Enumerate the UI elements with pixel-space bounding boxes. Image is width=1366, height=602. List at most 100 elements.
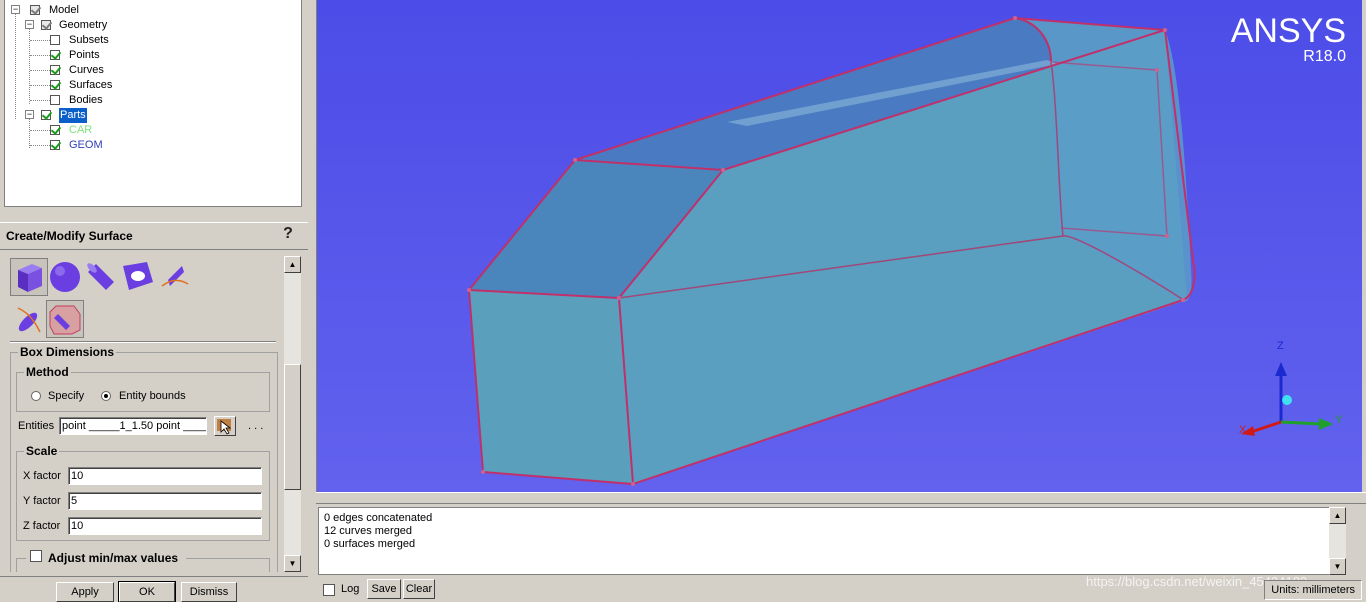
sphere-shape-button[interactable]	[46, 258, 84, 296]
entities-label: Entities	[18, 420, 55, 432]
curve-driven-icon	[17, 307, 41, 333]
ok-button[interactable]: OK	[118, 581, 176, 602]
panel-content: Box Dimensions Method Specify Entity bou…	[4, 254, 304, 572]
message-line: 0 edges concatenated	[324, 512, 433, 524]
tree-label: Points	[69, 49, 100, 61]
scroll-down-button[interactable]: ▼	[284, 555, 301, 572]
entity-bounds-label: Entity bounds	[119, 390, 186, 402]
method-legend: Method	[24, 365, 71, 379]
bounding-box-button[interactable]	[46, 300, 84, 338]
specify-radio[interactable]	[31, 391, 41, 401]
specify-label: Specify	[48, 390, 85, 402]
curves-checkbox[interactable]	[50, 65, 60, 75]
scroll-up-button[interactable]: ▲	[284, 256, 301, 273]
box-shape-button[interactable]	[10, 258, 48, 296]
message-line: 0 surfaces merged	[324, 538, 416, 550]
tree-line	[30, 70, 50, 71]
y-axis-label: Y	[1335, 414, 1343, 426]
left-panel: − Model − Geometry Subsets Points Curves	[0, 0, 308, 602]
geometry-checkbox[interactable]	[41, 20, 51, 30]
save-button[interactable]: Save	[367, 579, 401, 599]
z-axis-label: Z	[1277, 340, 1284, 352]
scroll-thumb[interactable]	[284, 364, 301, 490]
adjust-label: Adjust min/max values	[48, 551, 179, 565]
msg-scroll-down-button[interactable]: ▼	[1329, 558, 1346, 575]
select-cursor-icon	[217, 419, 232, 435]
message-window[interactable]: 0 edges concatenated 12 curves merged 0 …	[318, 507, 1346, 575]
divider	[0, 576, 308, 577]
model-checkbox[interactable]	[30, 5, 40, 15]
tree-label: CAR	[69, 124, 93, 136]
tree-line	[30, 55, 50, 56]
z-factor-field[interactable]: 10	[68, 517, 262, 535]
y-factor-field[interactable]: 5	[68, 492, 262, 510]
surfaces-checkbox[interactable]	[50, 80, 60, 90]
tree-line	[30, 40, 50, 41]
message-scrollbar[interactable]: ▲ ▼	[1329, 507, 1346, 575]
tree-line	[30, 130, 50, 131]
splitter[interactable]	[316, 492, 1366, 504]
tree-label: GEOM	[69, 139, 103, 151]
model-render[interactable]	[317, 0, 1362, 492]
box-icon	[18, 264, 42, 292]
curve-surface-button[interactable]	[10, 300, 48, 338]
tree-label: Parts	[59, 108, 87, 123]
more-options[interactable]: . . .	[248, 420, 263, 432]
graphics-viewport[interactable]: ANSYS R18.0 Z X Y	[316, 0, 1362, 492]
expand-toggle-geometry[interactable]: −	[25, 20, 34, 29]
geom-checkbox[interactable]	[50, 140, 60, 150]
cylinder-icon	[87, 263, 114, 290]
message-line: 12 curves merged	[324, 525, 413, 537]
tree-label: Surfaces	[69, 79, 113, 91]
expand-toggle-model[interactable]: −	[11, 5, 20, 14]
tree-line	[30, 145, 50, 146]
tree-line	[29, 24, 30, 104]
expand-toggle-parts[interactable]: −	[25, 110, 34, 119]
plane-icon	[161, 266, 189, 287]
x-factor-field[interactable]: 10	[68, 467, 262, 485]
scale-legend: Scale	[24, 444, 60, 458]
sphere-icon	[50, 262, 80, 292]
entities-field[interactable]: point _____1_1.50 point _____	[59, 417, 207, 435]
axis-triad-icon	[1241, 362, 1333, 436]
adjust-checkbox[interactable]	[30, 550, 42, 562]
clear-button[interactable]: Clear	[403, 579, 435, 599]
x-axis-label: X	[1239, 424, 1247, 436]
subsets-checkbox[interactable]	[50, 35, 60, 45]
front-face	[469, 290, 633, 484]
select-entities-button[interactable]	[214, 416, 236, 436]
tree-line	[30, 100, 50, 101]
entity-bounds-radio[interactable]	[101, 391, 111, 401]
car-checkbox[interactable]	[50, 125, 60, 135]
box-dimensions-legend: Box Dimensions	[18, 345, 117, 359]
dismiss-button[interactable]: Dismiss	[181, 582, 237, 602]
points-checkbox[interactable]	[50, 50, 60, 60]
apply-button[interactable]: Apply	[56, 582, 114, 602]
msg-scroll-up-button[interactable]: ▲	[1329, 507, 1346, 524]
help-icon[interactable]: ?	[280, 224, 296, 244]
parts-checkbox[interactable]	[41, 110, 51, 120]
plane-shape-button[interactable]	[156, 258, 194, 296]
units-indicator: Units: millimeters	[1264, 580, 1362, 600]
trim-shape-button[interactable]	[118, 258, 158, 296]
tree-label: Bodies	[69, 94, 103, 106]
tree-label: Geometry	[59, 19, 108, 31]
panel-title: Create/Modify Surface	[0, 222, 308, 250]
brand-version: R18.0	[1303, 48, 1346, 65]
tree-line	[30, 85, 50, 86]
divider	[10, 341, 276, 343]
z-factor-label: Z factor	[23, 520, 61, 532]
log-checkbox[interactable]	[323, 584, 335, 596]
log-label: Log	[341, 583, 360, 595]
tree-line	[15, 9, 16, 119]
panel-scrollbar[interactable]: ▲ ▼	[284, 256, 301, 572]
cylinder-shape-button[interactable]	[82, 258, 120, 296]
tree-line	[29, 118, 30, 148]
trimmed-surface-icon	[123, 262, 153, 290]
ansys-logo: ANSYS R18.0	[1231, 14, 1346, 66]
bodies-checkbox[interactable]	[50, 95, 60, 105]
y-factor-label: Y factor	[23, 495, 61, 507]
tree-label: Model	[49, 4, 79, 16]
tree-label: Subsets	[69, 34, 109, 46]
model-tree: − Model − Geometry Subsets Points Curves	[4, 0, 302, 207]
